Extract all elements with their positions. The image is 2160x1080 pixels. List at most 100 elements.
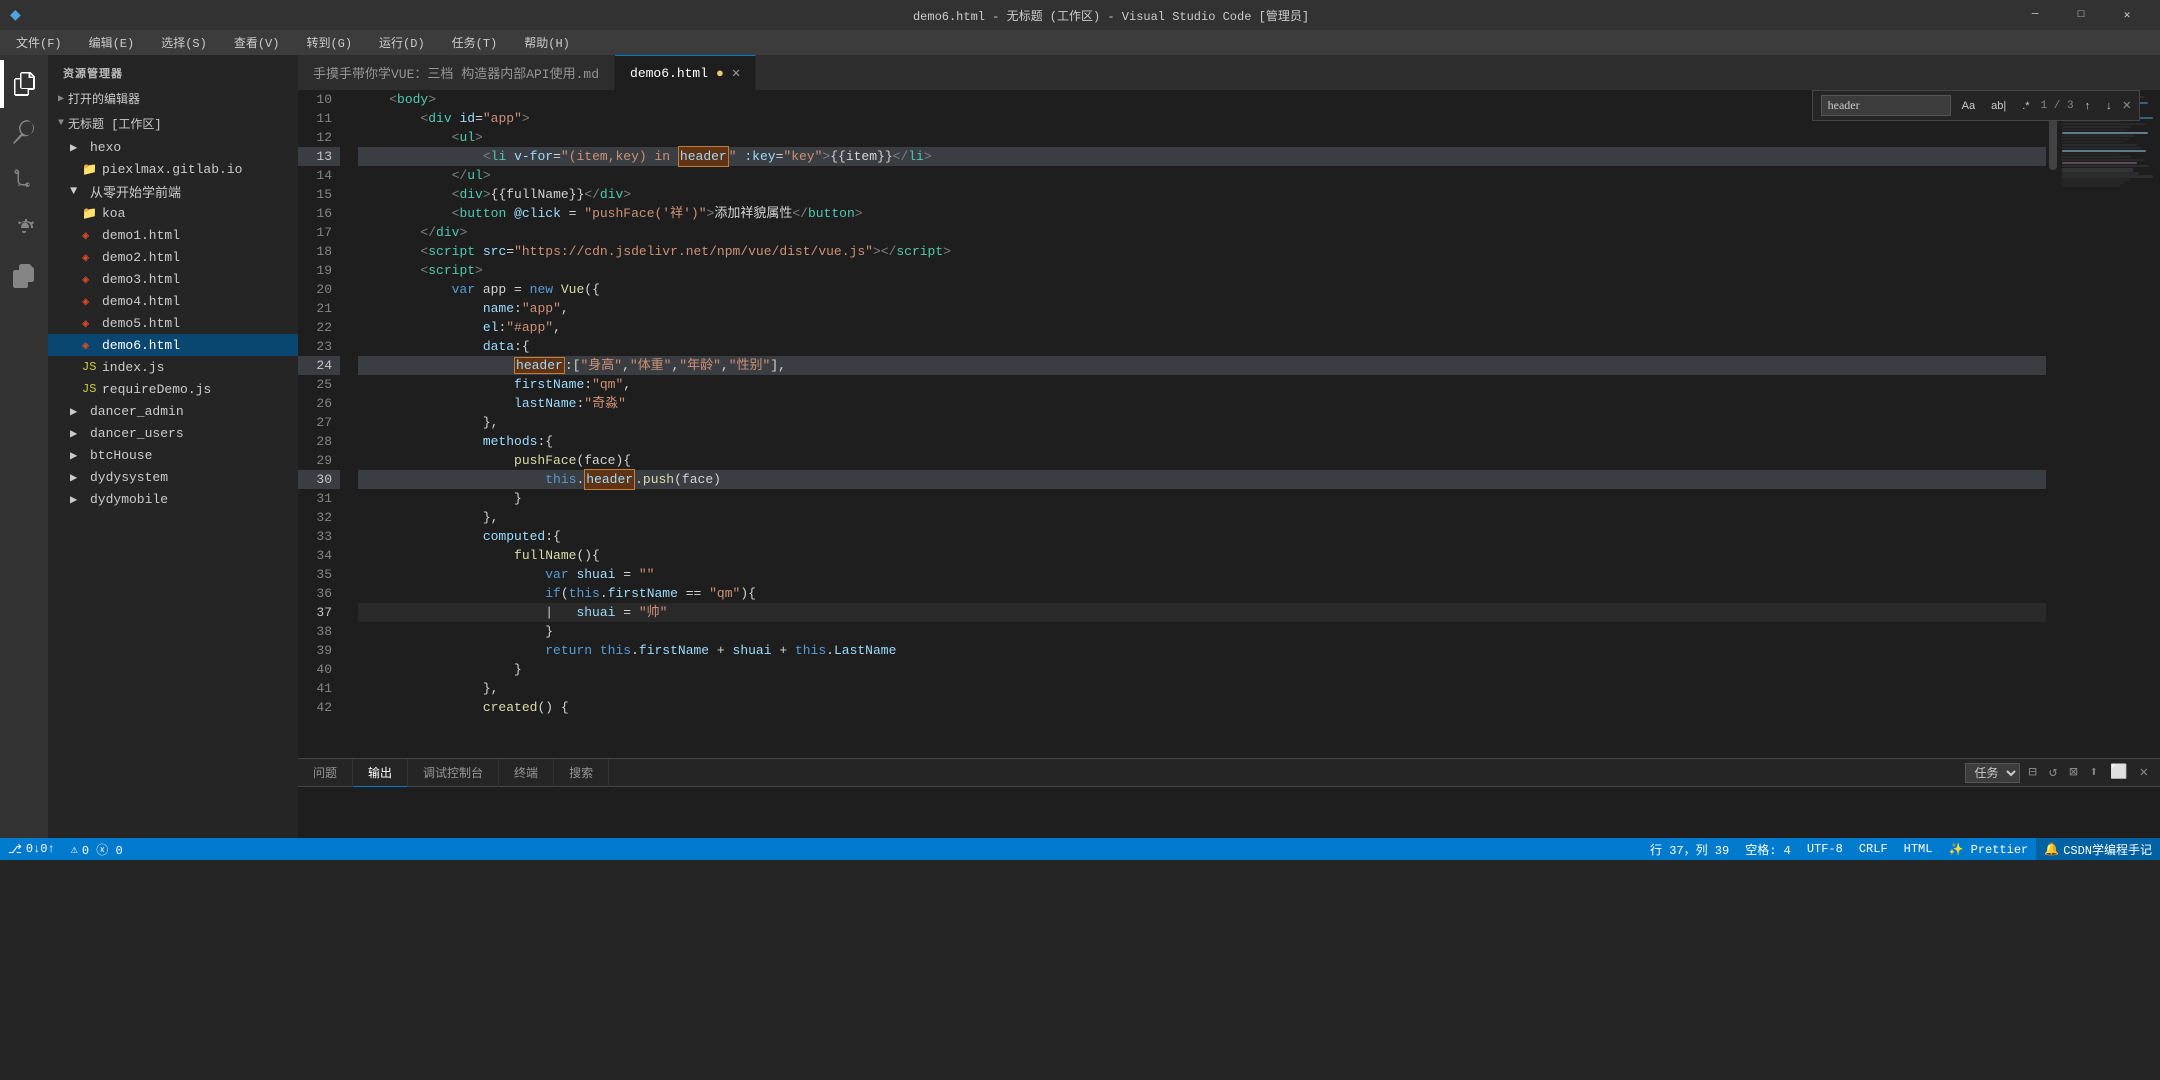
panel-tab-terminal[interactable]: 终端 [499, 759, 554, 787]
activity-scm[interactable] [0, 156, 48, 204]
panel: 问题 输出 调试控制台 终端 搜索 任务 ⊟ ↺ ⊠ ⬆ ⬜ ✕ [298, 758, 2160, 838]
activity-bar [0, 55, 48, 838]
find-close-button[interactable]: ✕ [2123, 97, 2131, 114]
sidebar-section-open-editors[interactable]: ▶ 打开的编辑器 [48, 86, 298, 111]
line-num-22: 22 [298, 318, 340, 337]
tree-item-dancer-admin[interactable]: ▶ dancer_admin [48, 400, 298, 422]
activity-debug[interactable] [0, 204, 48, 252]
code-line-15: <div>{{fullName}}</div> [358, 185, 2046, 204]
menu-file[interactable]: 文件(F) [10, 32, 68, 53]
minimap[interactable] [2060, 90, 2160, 758]
tree-item-piexlmax[interactable]: 📁 piexlmax.gitlab.io [48, 158, 298, 180]
tab-demo6[interactable]: demo6.html ● ✕ [615, 55, 756, 90]
panel-maxmin-button[interactable]: ⬜ [2106, 762, 2131, 783]
activity-extensions[interactable] [0, 252, 48, 300]
tree-item-demo5[interactable]: ◈ demo5.html [48, 312, 298, 334]
status-language[interactable]: HTML [1896, 838, 1941, 860]
status-eol[interactable]: CRLF [1851, 838, 1896, 860]
status-indent[interactable]: 空格: 4 [1737, 838, 1799, 860]
line-num-35: 35 [298, 565, 340, 584]
panel-expand-button[interactable]: ⬆ [2086, 762, 2102, 783]
panel-close-button[interactable]: ✕ [2136, 762, 2152, 783]
tree-item-indexjs[interactable]: JS index.js [48, 356, 298, 378]
code-line-18: <script src="https://cdn.jsdelivr.net/np… [358, 242, 2046, 261]
menu-bar: 文件(F) 编辑(E) 选择(S) 查看(V) 转到(G) 运行(D) 任务(T… [0, 30, 2160, 55]
line-num-14: 14 [298, 166, 340, 185]
activity-explorer[interactable] [0, 60, 48, 108]
scrollbar[interactable] [2046, 90, 2060, 758]
sidebar-section-workspace[interactable]: ▼ 无标题 [工作区] [48, 111, 298, 136]
close-button[interactable]: ✕ [2104, 0, 2150, 30]
code-line-32: }, [358, 508, 2046, 527]
tree-item-koa[interactable]: 📁 koa [48, 202, 298, 224]
tree-item-btcHouse[interactable]: ▶ btcHouse [48, 444, 298, 466]
tree-item-demo4[interactable]: ◈ demo4.html [48, 290, 298, 312]
line-num-21: 21 [298, 299, 340, 318]
tree-item-dancer-users[interactable]: ▶ dancer_users [48, 422, 298, 444]
tree-item-dydymobile[interactable]: ▶ dydymobile [48, 488, 298, 510]
line-num-38: 38 [298, 622, 340, 641]
line-num-33: 33 [298, 527, 340, 546]
menu-goto[interactable]: 转到(G) [300, 32, 358, 53]
status-encoding[interactable]: UTF-8 [1799, 838, 1851, 860]
find-result: 1 / 3 [2041, 100, 2074, 112]
menu-task[interactable]: 任务(T) [446, 32, 504, 53]
line-num-29: 29 [298, 451, 340, 470]
html-icon: ◈ [82, 228, 98, 243]
code-line-38: } [358, 622, 2046, 641]
menu-help[interactable]: 帮助(H) [518, 32, 576, 53]
status-position[interactable]: 行 37，列 39 [1642, 838, 1737, 860]
panel-tab-debug[interactable]: 调试控制台 [408, 759, 499, 787]
panel-refresh-button[interactable]: ↺ [2045, 762, 2061, 783]
line-num-10: 10 [298, 90, 340, 109]
find-regex-button[interactable]: .* [2017, 98, 2034, 114]
menu-run[interactable]: 运行(D) [373, 32, 431, 53]
menu-view[interactable]: 查看(V) [228, 32, 286, 53]
menu-edit[interactable]: 编辑(E) [83, 32, 141, 53]
code-area[interactable]: <body> <div id="app"> <ul> <li v-for="(i… [348, 90, 2046, 758]
activity-search[interactable] [0, 108, 48, 156]
panel-kill-button[interactable]: ⊠ [2065, 762, 2081, 783]
tree-item-requireDemo[interactable]: JS requireDemo.js [48, 378, 298, 400]
find-prev-button[interactable]: ↑ [2080, 98, 2096, 114]
tree-item-fronend[interactable]: ▼ 从零开始学前端 [48, 180, 298, 202]
folder-icon: ▶ [70, 448, 86, 463]
tree-item-dydysystem[interactable]: ▶ dydysystem [48, 466, 298, 488]
find-widget: Aa ab| .* 1 / 3 ↑ ↓ ✕ [1812, 90, 2140, 121]
tree-item-hexo[interactable]: ▶ hexo [48, 136, 298, 158]
tab-close-button[interactable]: ✕ [732, 65, 740, 82]
window-controls: ─ □ ✕ [2012, 0, 2150, 30]
code-line-33: computed:{ [358, 527, 2046, 546]
tree-item-demo2[interactable]: ◈ demo2.html [48, 246, 298, 268]
line-num-39: 39 [298, 641, 340, 660]
code-line-30: this.header.push(face) [358, 470, 2046, 489]
panel-tab-search[interactable]: 搜索 [554, 759, 609, 787]
find-next-button[interactable]: ↓ [2101, 98, 2117, 114]
find-case-button[interactable]: Aa [1957, 98, 1980, 114]
panel-split-button[interactable]: ⊟ [2024, 762, 2040, 783]
code-line-28: methods:{ [358, 432, 2046, 451]
tree-item-demo6[interactable]: ◈ demo6.html [48, 334, 298, 356]
task-dropdown[interactable]: 任务 [1965, 763, 2020, 783]
line-numbers: 10 11 12 13 14 15 16 17 18 19 20 21 22 2… [298, 90, 348, 758]
status-prettier[interactable]: ✨ Prettier [1940, 838, 2036, 860]
status-notification[interactable]: 🔔 CSDN学编程手记 [2036, 838, 2160, 860]
panel-tab-output[interactable]: 输出 [353, 759, 408, 787]
panel-tab-problems[interactable]: 问题 [298, 759, 353, 787]
tree-item-demo3[interactable]: ◈ demo3.html [48, 268, 298, 290]
line-num-17: 17 [298, 223, 340, 242]
code-line-25: firstName:"qm", [358, 375, 2046, 394]
code-line-17: </div> [358, 223, 2046, 242]
status-errors[interactable]: ⚠ 0 ⓧ 0 [63, 838, 131, 860]
find-input[interactable] [1821, 95, 1951, 116]
tree-item-demo1[interactable]: ◈ demo1.html [48, 224, 298, 246]
line-num-18: 18 [298, 242, 340, 261]
find-word-button[interactable]: ab| [1986, 98, 2011, 114]
maximize-button[interactable]: □ [2058, 0, 2104, 30]
minimize-button[interactable]: ─ [2012, 0, 2058, 30]
status-branch[interactable]: ⎇ 0↓0↑ [0, 838, 63, 860]
tab-md[interactable]: 手摸手带你学VUE：三档 构造器内部API使用.md [298, 55, 615, 90]
menu-select[interactable]: 选择(S) [155, 32, 213, 53]
code-line-16: <button @click = "pushFace('祥')">添加祥貌属性<… [358, 204, 2046, 223]
code-line-20: var app = new Vue({ [358, 280, 2046, 299]
